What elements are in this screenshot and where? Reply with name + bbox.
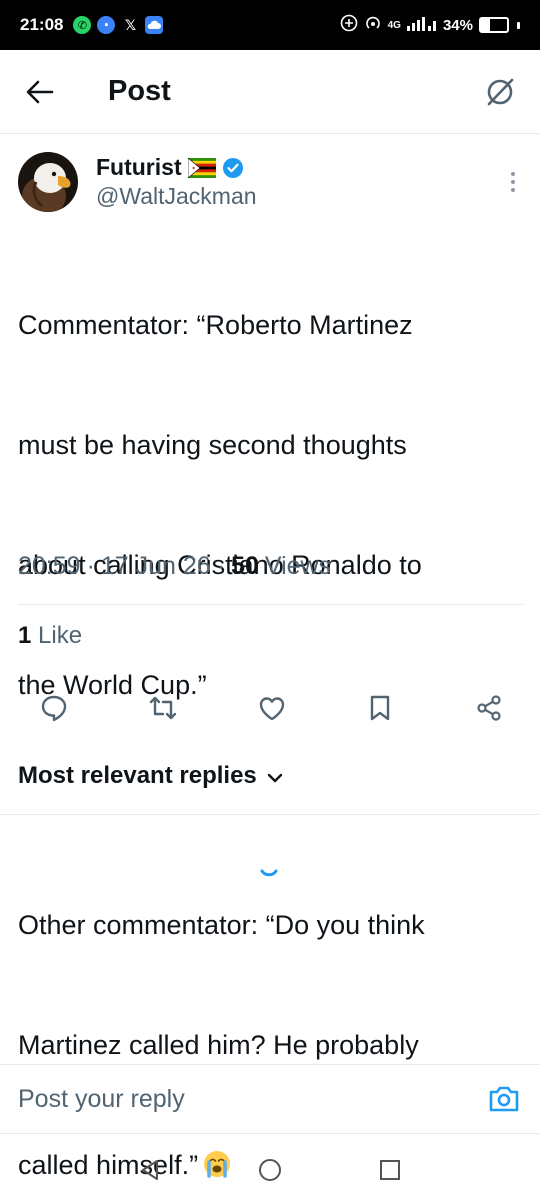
divider: [18, 604, 523, 605]
back-arrow-icon[interactable]: [20, 72, 60, 112]
post-header: Post: [0, 50, 540, 134]
messages-icon: ▪: [97, 16, 116, 34]
author-name-row: Futurist: [96, 154, 257, 181]
battery-percent: 34%: [442, 16, 473, 34]
signal-icon: [406, 15, 437, 35]
likes-count: 1: [18, 622, 32, 649]
battery-tip: [517, 21, 520, 29]
post-line: must be having second thoughts: [18, 430, 407, 460]
avatar[interactable]: [18, 152, 78, 212]
status-bar: 21:08 ✆ ▪ 𝕏 4G 34%: [0, 0, 540, 50]
verified-badge-icon: [222, 157, 244, 179]
hotspot-icon: [364, 14, 382, 36]
post-line: Martinez called him? He probably: [18, 1030, 419, 1060]
more-options-icon[interactable]: [503, 162, 523, 202]
status-right: 4G 34%: [340, 14, 520, 36]
reply-icon[interactable]: [34, 688, 74, 728]
replies-sort-label: Most relevant replies: [18, 762, 257, 789]
meta-separator: ·: [86, 552, 95, 580]
post-author: Futurist @WaltJackman: [18, 150, 523, 214]
post-line-blank: [18, 785, 523, 825]
divider: [0, 814, 540, 815]
battery-fill: [481, 19, 490, 31]
status-left: 21:08 ✆ ▪ 𝕏: [20, 15, 164, 35]
whatsapp-icon: ✆: [73, 16, 92, 34]
author-meta: Futurist @WaltJackman: [96, 154, 257, 210]
home-nav-icon[interactable]: [255, 1155, 285, 1185]
post-meta: 20:59 · 17 Jun 26 · 50 Views: [18, 552, 331, 581]
views-count: 50: [231, 552, 259, 580]
replies-sort-dropdown[interactable]: Most relevant replies: [18, 762, 283, 790]
views-label: Views: [264, 552, 332, 580]
post-line: Commentator: “Roberto Martinez: [18, 310, 413, 340]
data-saver-icon: [340, 14, 358, 36]
bookmark-icon[interactable]: [360, 688, 400, 728]
post-line: Other commentator: “Do you think: [18, 910, 425, 940]
action-bar: [34, 688, 509, 728]
reply-input[interactable]: Post your reply: [18, 1085, 185, 1114]
post-date[interactable]: 17 Jun 26: [101, 552, 211, 581]
author-name[interactable]: Futurist: [96, 154, 182, 181]
back-nav-icon[interactable]: [135, 1155, 165, 1185]
loading-spinner-icon: [260, 866, 278, 877]
reply-composer[interactable]: Post your reply: [0, 1064, 540, 1134]
x-icon: 𝕏: [124, 16, 137, 33]
like-icon[interactable]: [252, 688, 292, 728]
grok-icon[interactable]: [480, 72, 520, 112]
system-nav-bar: [0, 1140, 540, 1200]
likes-summary[interactable]: 1 Like: [18, 622, 82, 650]
chevron-down-icon: [267, 762, 283, 790]
network-type: 4G: [387, 19, 401, 31]
author-handle[interactable]: @WaltJackman: [96, 183, 257, 210]
post-time[interactable]: 20:59: [18, 552, 81, 581]
status-time: 21:08: [20, 15, 64, 34]
camera-icon[interactable]: [486, 1081, 522, 1117]
recents-nav-icon[interactable]: [375, 1155, 405, 1185]
share-icon[interactable]: [469, 688, 509, 728]
zimbabwe-flag-icon: [187, 156, 216, 179]
repost-icon[interactable]: [143, 688, 183, 728]
battery-icon: [479, 17, 509, 33]
likes-label: Like: [38, 622, 83, 649]
page-title: Post: [108, 75, 171, 107]
cloud-icon: [145, 16, 164, 34]
meta-separator: ·: [216, 552, 226, 580]
